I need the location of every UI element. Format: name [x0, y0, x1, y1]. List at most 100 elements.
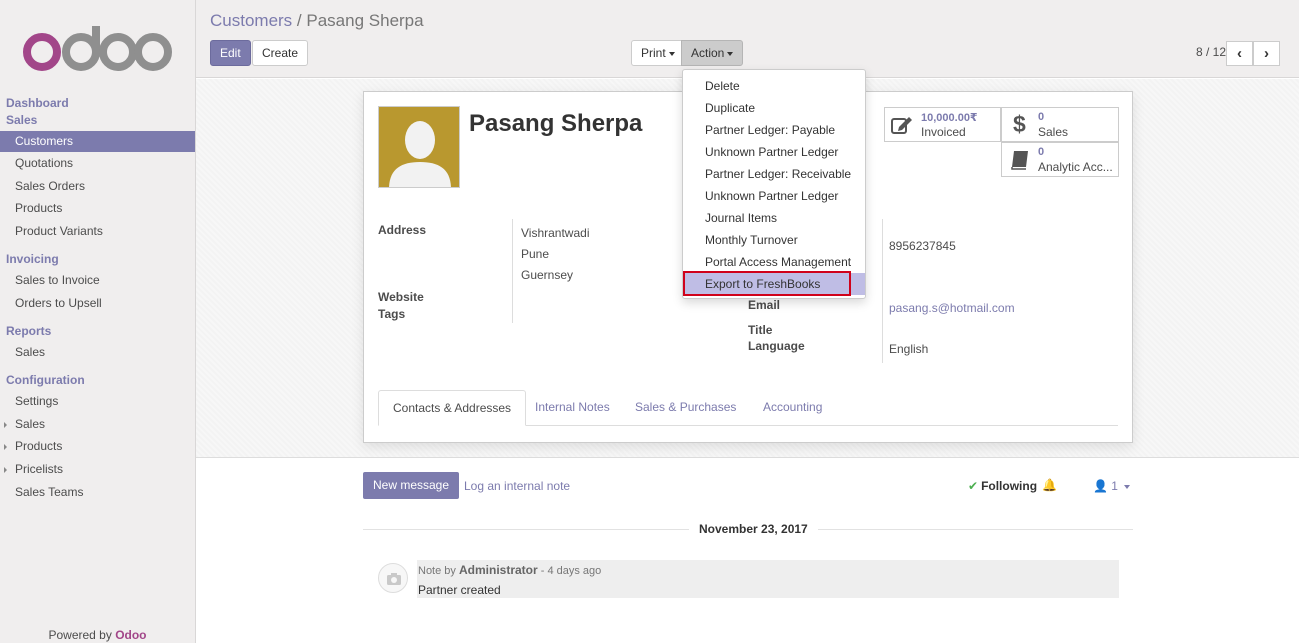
control-panel: Customers / Pasang Sherpa Edit Create Pr… — [196, 0, 1299, 78]
invoiced-label: Invoiced — [921, 125, 966, 139]
sales-label: Sales — [1038, 125, 1069, 139]
tab-sales-purchases[interactable]: Sales & Purchases — [621, 390, 750, 426]
sales-stat-button[interactable]: $ 0 Sales — [1001, 107, 1119, 142]
website-label: Website — [378, 290, 424, 304]
sidebar-item-settings[interactable]: Settings — [0, 391, 195, 412]
following-button[interactable]: ✔ Following — [968, 479, 1037, 493]
notebook-tabs: Contacts & Addresses Internal Notes Sale… — [378, 390, 1118, 426]
sidebar-item-sales-orders[interactable]: Sales Orders — [0, 176, 195, 197]
section-invoicing[interactable]: Invoicing — [6, 252, 59, 266]
followers-button[interactable]: 👤 1 — [1093, 479, 1131, 493]
section-reports[interactable]: Reports — [6, 324, 51, 338]
action-delete[interactable]: Delete — [683, 75, 865, 97]
address-city[interactable]: Pune — [521, 247, 549, 261]
language-label: Language — [748, 339, 805, 353]
phone-value[interactable]: 8956237845 — [889, 239, 956, 253]
action-duplicate[interactable]: Duplicate — [683, 97, 865, 119]
action-button[interactable]: Action — [681, 40, 744, 66]
sidebar-item-customers[interactable]: Customers — [0, 131, 195, 152]
tab-accounting[interactable]: Accounting — [749, 390, 836, 426]
address-country[interactable]: Guernsey — [521, 268, 573, 282]
section-sales[interactable]: Sales — [6, 113, 37, 127]
language-value[interactable]: English — [889, 342, 928, 356]
address-street[interactable]: Vishrantwadi — [521, 226, 589, 240]
title-label: Title — [748, 323, 773, 337]
analytic-stat-button[interactable]: 0 Analytic Acc... — [1001, 142, 1119, 177]
chevron-down-icon — [727, 51, 734, 56]
partner-name[interactable]: Pasang Sherpa — [469, 110, 642, 138]
breadcrumb: Customers / Pasang Sherpa — [210, 11, 424, 31]
sidebar-item-config-sales[interactable]: Sales — [0, 414, 195, 435]
tab-internal-notes[interactable]: Internal Notes — [521, 390, 624, 426]
powered-by: Powered by Odoo — [48, 628, 147, 642]
breadcrumb-current: Pasang Sherpa — [306, 11, 424, 30]
person-silhouette-icon — [389, 121, 451, 187]
sidebar-item-quotations[interactable]: Quotations — [0, 153, 195, 174]
divider — [512, 219, 513, 323]
bell-icon[interactable]: 🔔 — [1042, 478, 1057, 492]
pager-next-button[interactable]: › — [1253, 41, 1280, 66]
caret-right-icon — [4, 444, 7, 450]
sidebar-item-report-sales[interactable]: Sales — [0, 342, 195, 363]
highlight-box — [683, 271, 851, 296]
action-unknown-partner-ledger[interactable]: Unknown Partner Ledger — [683, 141, 865, 163]
sidebar-item-config-products[interactable]: Products — [0, 436, 195, 457]
action-monthly-turnover[interactable]: Monthly Turnover — [683, 229, 865, 251]
print-button[interactable]: Print — [631, 40, 685, 66]
edit-button[interactable]: Edit — [210, 40, 251, 66]
sales-value: 0 — [1038, 111, 1045, 123]
message-prefix: Note by — [418, 565, 456, 577]
message-body: Partner created — [418, 583, 501, 597]
caret-right-icon — [4, 422, 7, 428]
sidebar-item-products[interactable]: Products — [0, 198, 195, 219]
action-journal-items[interactable]: Journal Items — [683, 207, 865, 229]
message-item: Note by Administrator - 4 days ago Partn… — [417, 560, 1119, 598]
create-button[interactable]: Create — [252, 40, 309, 66]
book-icon — [1011, 151, 1028, 170]
sidebar-item-product-variants[interactable]: Product Variants — [0, 221, 195, 242]
tags-label: Tags — [378, 307, 406, 321]
breadcrumb-separator: / — [296, 11, 302, 30]
tab-contacts-addresses[interactable]: Contacts & Addresses — [378, 390, 527, 426]
sidebar: Dashboard Sales Customers Quotations Sal… — [0, 0, 196, 643]
analytic-label: Analytic Acc... — [1038, 160, 1113, 174]
email-value[interactable]: pasang.s@hotmail.com — [889, 301, 1015, 315]
message-avatar — [378, 563, 408, 593]
section-dashboard[interactable]: Dashboard — [6, 96, 69, 110]
invoiced-value: 10,000.00₹ — [921, 112, 978, 124]
action-portal-access-management[interactable]: Portal Access Management — [683, 251, 865, 273]
email-label: Email — [748, 298, 781, 312]
partner-avatar[interactable] — [378, 106, 460, 188]
log-note-link[interactable]: Log an internal note — [464, 479, 570, 493]
chatter: New message Log an internal note ✔ Follow… — [196, 459, 1299, 643]
pager-previous-button[interactable]: ‹ — [1226, 41, 1253, 66]
camera-icon — [387, 573, 401, 585]
pencil-square-icon — [891, 117, 912, 134]
analytic-value: 0 — [1038, 146, 1045, 158]
date-separator-label: November 23, 2017 — [689, 522, 818, 536]
chevron-down-icon — [1124, 484, 1131, 489]
action-partner-ledger-payable[interactable]: Partner Ledger: Payable — [683, 119, 865, 141]
section-configuration[interactable]: Configuration — [6, 373, 85, 387]
pager-value: 8 / 12 — [1196, 45, 1227, 59]
message-time: - 4 days ago — [540, 565, 602, 577]
action-unknown-partner-ledger-2[interactable]: Unknown Partner Ledger — [683, 185, 865, 207]
new-message-button[interactable]: New message — [363, 472, 460, 499]
invoiced-stat-button[interactable]: 10,000.00₹ Invoiced — [884, 107, 1001, 142]
breadcrumb-customers[interactable]: Customers — [210, 11, 292, 30]
action-dropdown-menu: Delete Duplicate Partner Ledger: Payable… — [682, 69, 866, 299]
user-icon: 👤 — [1093, 479, 1108, 493]
sidebar-item-sales-teams[interactable]: Sales Teams — [0, 482, 195, 503]
chevron-down-icon — [668, 51, 675, 56]
divider — [882, 219, 883, 363]
powered-by-brand[interactable]: Odoo — [115, 628, 146, 642]
sidebar-item-sales-to-invoice[interactable]: Sales to Invoice — [0, 270, 195, 291]
sidebar-item-orders-to-upsell[interactable]: Orders to Upsell — [0, 293, 195, 314]
action-partner-ledger-receivable[interactable]: Partner Ledger: Receivable — [683, 163, 865, 185]
caret-right-icon — [4, 467, 7, 473]
sidebar-item-pricelists[interactable]: Pricelists — [0, 459, 195, 480]
message-author[interactable]: Administrator — [459, 563, 538, 577]
dollar-icon: $ — [1013, 111, 1026, 137]
odoo-logo[interactable] — [22, 26, 172, 72]
address-label: Address — [378, 223, 427, 237]
